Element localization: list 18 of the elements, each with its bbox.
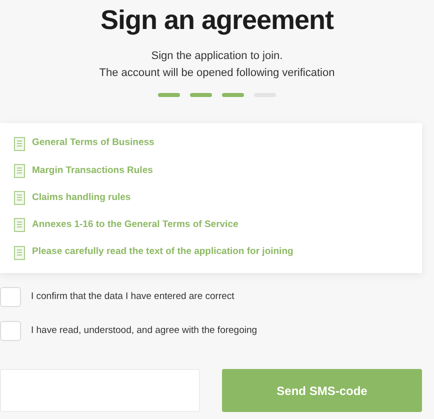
document-link[interactable]: Please carefully read the text of the application for joining (32, 245, 294, 260)
document-icon (14, 191, 25, 205)
document-link[interactable]: Claims handling rules (32, 190, 131, 206)
document-icon (14, 246, 25, 260)
document-icon (14, 164, 25, 178)
checkbox[interactable] (0, 287, 21, 307)
document-link[interactable]: Annexes 1-16 to the General Terms of Service (32, 218, 238, 232)
checkbox[interactable] (0, 321, 21, 341)
send-sms-code-button[interactable]: Send SMS-code (222, 369, 422, 412)
checkbox-label: I have read, understood, and agree with the foregoing (31, 324, 258, 338)
checkbox-label: I confirm that the data I have entered are correct (31, 290, 234, 304)
page-title: Sign an agreement (100, 4, 334, 37)
subtitle-text: Sign the application to join. (151, 49, 283, 64)
document-link[interactable]: Margin Transactions Rules (32, 164, 153, 178)
document-icon (14, 136, 25, 150)
document-link[interactable]: General Terms of Business (32, 136, 154, 151)
document-icon (14, 218, 25, 232)
subtitle-text: The account will be opened following verification (99, 66, 335, 81)
